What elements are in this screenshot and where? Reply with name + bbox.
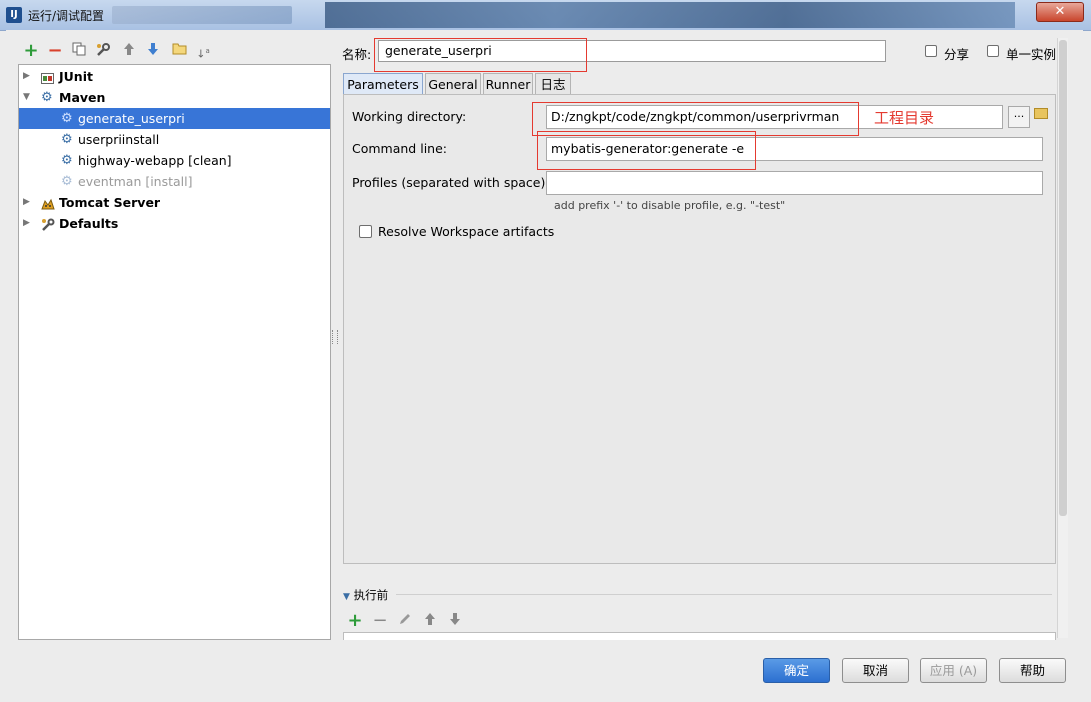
profiles-label: Profiles (separated with space): — [352, 175, 550, 190]
arrow-down-icon[interactable] — [144, 42, 162, 60]
share-checkbox[interactable] — [925, 45, 937, 57]
wrench-icon[interactable] — [94, 42, 112, 60]
annotation-highlight-box — [374, 38, 587, 72]
arrow-up-icon[interactable] — [421, 612, 439, 630]
tab-runner[interactable]: Runner — [483, 73, 533, 95]
config-tree[interactable]: ▶ JUnit ▼ ⚙ Maven ⚙ generate_userpri ⚙ u… — [18, 64, 331, 640]
tree-item-label: Tomcat Server — [59, 195, 161, 210]
resolve-workspace-label: Resolve Workspace artifacts — [378, 224, 555, 239]
before-launch-list[interactable] — [343, 632, 1056, 640]
gear-icon: ⚙ — [61, 111, 73, 126]
profiles-hint: add prefix '-' to disable profile, e.g. … — [554, 199, 786, 212]
blurred-region — [112, 6, 292, 24]
splitter-handle[interactable] — [332, 330, 338, 344]
tab-parameters[interactable]: Parameters — [343, 73, 423, 95]
gear-icon: ⚙ — [61, 132, 73, 147]
tree-item-defaults[interactable]: ▶ Defaults — [19, 213, 330, 234]
app-icon: IJ — [6, 7, 22, 23]
command-line-label: Command line: — [352, 141, 447, 156]
annotation-highlight-box — [537, 131, 756, 170]
name-label: 名称: — [342, 47, 372, 62]
folder-icon[interactable] — [170, 42, 188, 60]
tree-item-label: JUnit — [59, 69, 93, 84]
dialog-button-bar: 确定 取消 应用 (A) 帮助 — [6, 642, 1083, 696]
tree-item-highway-webapp[interactable]: ⚙ highway-webapp [clean] — [19, 150, 330, 171]
tree-item-eventman[interactable]: ⚙ eventman [install] — [19, 171, 330, 192]
tree-item-label: eventman [install] — [78, 174, 193, 189]
apply-button[interactable]: 应用 (A) — [920, 658, 987, 683]
profiles-input[interactable] — [546, 171, 1043, 195]
arrow-up-icon[interactable] — [120, 42, 138, 60]
gear-icon: ⚙ — [41, 90, 53, 105]
single-instance-label: 单一实例 — [1006, 47, 1057, 62]
edit-icon[interactable] — [396, 612, 414, 630]
expand-arrow-icon[interactable]: ▶ — [23, 213, 33, 234]
single-instance-checkbox[interactable] — [987, 45, 999, 57]
help-button[interactable]: 帮助 — [999, 658, 1066, 683]
gear-icon: ⚙ — [61, 153, 73, 168]
tree-item-tomcat-server[interactable]: ▶ Tomcat Server — [19, 192, 330, 213]
vertical-scrollbar[interactable] — [1057, 38, 1068, 638]
wrench-icon — [41, 217, 55, 231]
tree-item-label: generate_userpri — [78, 111, 185, 126]
tree-item-label: Maven — [59, 90, 106, 105]
tree-item-maven[interactable]: ▼ ⚙ Maven — [19, 87, 330, 108]
close-button[interactable]: ✕ — [1036, 2, 1084, 22]
folder-icon[interactable] — [1034, 108, 1048, 119]
expand-arrow-icon[interactable]: ▶ — [23, 66, 33, 87]
before-launch-title: 执行前 — [353, 588, 389, 602]
gear-icon: ⚙ — [61, 174, 73, 189]
add-icon[interactable]: + — [22, 42, 40, 60]
tree-item-label: userpriinstall — [78, 132, 160, 147]
expand-arrow-icon[interactable]: ▶ — [23, 192, 33, 213]
remove-icon[interactable]: − — [371, 612, 389, 630]
resolve-workspace-checkbox[interactable] — [359, 225, 372, 238]
before-launch-section[interactable]: ▼ 执行前 — [343, 587, 388, 603]
sort-icon[interactable]: ↓a — [194, 42, 212, 61]
section-divider — [396, 594, 1052, 595]
scrollbar-thumb[interactable] — [1059, 40, 1067, 516]
cancel-button[interactable]: 取消 — [842, 658, 909, 683]
working-directory-label: Working directory: — [352, 109, 467, 124]
junit-icon — [41, 70, 54, 84]
tomcat-icon — [41, 196, 55, 210]
run-debug-config-dialog: + − ↓a ▶ JUnit ▼ ⚙ Maven ⚙ generate_user… — [6, 30, 1083, 696]
collapse-arrow-icon[interactable]: ▼ — [343, 592, 350, 602]
title-bar: IJ 运行/调试配置 ✕ — [0, 0, 1091, 31]
tab-general[interactable]: General — [425, 73, 481, 95]
tree-item-label: highway-webapp [clean] — [78, 153, 232, 168]
tree-item-userpriinstall[interactable]: ⚙ userpriinstall — [19, 129, 330, 150]
copy-icon[interactable] — [70, 42, 88, 60]
window-title: 运行/调试配置 — [28, 9, 105, 23]
tab-log[interactable]: 日志 — [535, 73, 571, 95]
tree-item-junit[interactable]: ▶ JUnit — [19, 66, 330, 87]
add-icon[interactable]: + — [346, 612, 364, 630]
collapse-arrow-icon[interactable]: ▼ — [23, 87, 33, 108]
ok-button[interactable]: 确定 — [763, 658, 830, 683]
arrow-down-icon[interactable] — [446, 612, 464, 630]
browse-button[interactable]: ... — [1008, 106, 1030, 128]
tree-item-label: Defaults — [59, 216, 119, 231]
remove-icon[interactable]: − — [46, 42, 64, 60]
blurred-region — [325, 2, 1015, 28]
annotation-text: 工程目录 — [874, 109, 935, 127]
share-label: 分享 — [944, 47, 970, 62]
tree-item-generate-userpri[interactable]: ⚙ generate_userpri — [19, 108, 330, 129]
